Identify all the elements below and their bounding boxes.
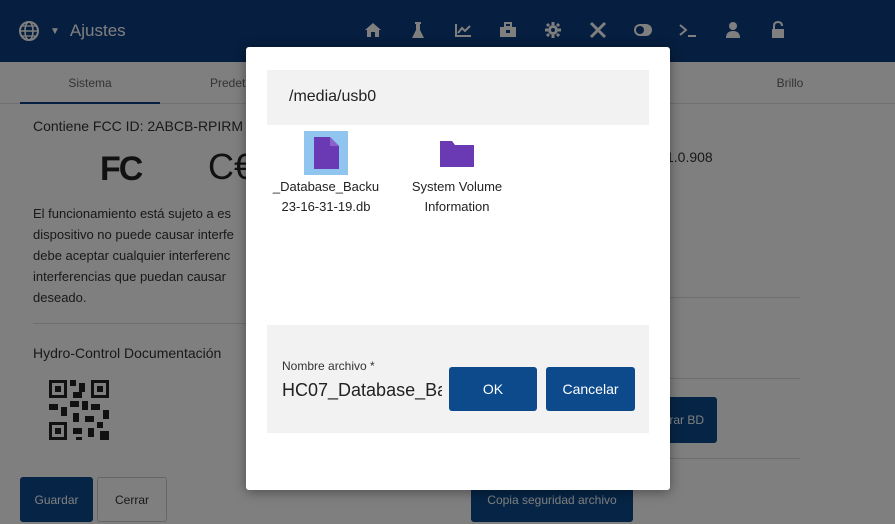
filename-input[interactable]: HC07_Database_Ba	[282, 380, 442, 401]
folder-item[interactable]: System Volume Information	[397, 131, 517, 217]
filename-label: Nombre archivo *	[282, 359, 375, 373]
ok-button[interactable]: OK	[449, 367, 537, 411]
folder-icon[interactable]	[435, 131, 479, 175]
current-path: /media/usb0	[289, 88, 377, 105]
cancel-button[interactable]: Cancelar	[546, 367, 635, 411]
file-dialog: /media/usb0 _Database_Backu 23-16-31-19.…	[246, 47, 670, 490]
folder-name-line2: Information	[424, 199, 490, 214]
file-item[interactable]: _Database_Backu 23-16-31-19.db	[266, 131, 386, 217]
file-name-line2: 23-16-31-19.db	[281, 199, 371, 214]
filename-bar: Nombre archivo * HC07_Database_Ba OK Can…	[267, 325, 649, 433]
file-name-line1: _Database_Backu	[272, 179, 380, 194]
path-bar: /media/usb0	[267, 70, 649, 125]
folder-name-line1: System Volume	[411, 179, 503, 194]
file-icon[interactable]	[304, 131, 348, 175]
